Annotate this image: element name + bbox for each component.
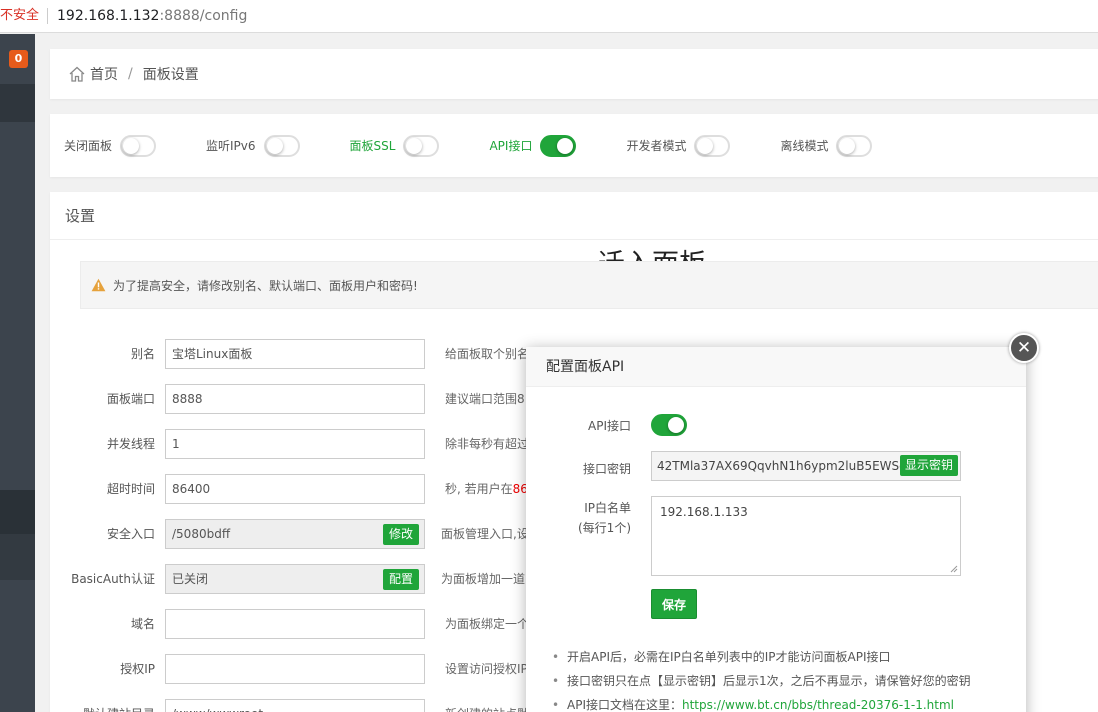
row-label: 安全入口 — [106, 527, 155, 541]
row-label: 面板端口 — [106, 392, 155, 406]
sidebar-item-active[interactable] — [0, 490, 35, 534]
breadcrumb-current: 面板设置 — [142, 67, 199, 83]
sidebar-item[interactable] — [0, 534, 35, 580]
toggle-label: API接口 — [489, 139, 533, 153]
doc-note-prefix: API接口文档在这里： — [567, 698, 682, 712]
modify-button[interactable]: 修改 — [382, 524, 419, 545]
row-description: 除非每秒有超过 — [445, 437, 530, 451]
ip-whitelist-textarea[interactable]: 192.168.1.133 — [651, 496, 961, 576]
toggle-switch[interactable] — [540, 134, 577, 157]
url-text[interactable]: 192.168.1.132:8888/config — [48, 8, 247, 24]
ip-whitelist-value: 192.168.1.133 — [660, 505, 748, 519]
toggle-label: 关闭面板 — [64, 139, 113, 153]
threads-input[interactable]: 1 — [165, 429, 425, 459]
insecure-indicator[interactable]: 不安全 — [0, 8, 49, 24]
toggle-switch[interactable] — [694, 134, 731, 157]
key-label: 接口密钥 — [582, 462, 631, 476]
toggle-developer-mode[interactable]: 开发者模式 — [626, 134, 731, 157]
domain-input[interactable] — [165, 609, 425, 639]
save-button[interactable]: 保存 — [651, 589, 697, 619]
toggle-close-panel[interactable]: 关闭面板 — [64, 134, 157, 157]
doc-link[interactable]: https://www.bt.cn/bbs/thread-20376-1-1.h… — [682, 698, 954, 712]
toggle-bar: 关闭面板 监听IPv6 面板SSL API接口 开发者模式 离线模式 — [50, 114, 1098, 177]
note-item: API接口文档在这里：https://www.bt.cn/bbs/thread-… — [552, 693, 971, 712]
row-description: 为面板增加一道 — [441, 572, 526, 586]
row-label: 默认建站目录 — [83, 699, 155, 712]
toggle-api[interactable]: API接口 — [489, 134, 577, 157]
warning-icon — [91, 278, 106, 292]
basicauth-input: 已关闭 配置 — [165, 564, 425, 594]
close-dialog-icon[interactable]: ✕ — [1009, 333, 1039, 363]
breadcrumb-home[interactable]: 首页 — [90, 64, 118, 84]
toggle-label: 面板SSL — [349, 139, 396, 153]
api-label: API接口 — [588, 419, 631, 433]
url-host: 192.168.1.132 — [57, 8, 160, 24]
row-description: 设置访问授权IP — [445, 662, 528, 676]
dialog-title: 配置面板API — [526, 347, 1026, 387]
row-label: 超时时间 — [106, 482, 155, 496]
row-description: 给面板取个别名 — [445, 347, 530, 361]
toggle-ssl[interactable]: 面板SSL — [349, 134, 440, 157]
api-notes: 开启API后，必需在IP白名单列表中的IP才能访问面板API接口 接口密钥只在点… — [552, 645, 971, 712]
show-key-button[interactable]: 显示密钥 — [900, 455, 959, 476]
whitelist-label: IP白名单 — [584, 501, 631, 515]
row-label: 别名 — [130, 347, 155, 361]
toggle-label: 开发者模式 — [626, 139, 687, 153]
row-label: BasicAuth认证 — [71, 572, 155, 586]
toggle-switch[interactable] — [403, 134, 440, 157]
address-bar[interactable]: 不安全 192.168.1.132:8888/config — [0, 0, 1098, 33]
breadcrumb-separator: / — [128, 66, 133, 82]
port-input[interactable]: 8888 — [165, 384, 425, 414]
toggle-offline-mode[interactable]: 离线模式 — [780, 134, 873, 157]
resize-handle-icon[interactable] — [950, 565, 958, 573]
whitelist-sublabel: (每行1个) — [578, 521, 631, 535]
timeout-input[interactable]: 86400 — [165, 474, 425, 504]
toggle-label: 离线模式 — [780, 139, 829, 153]
row-description: 为面板绑定一个 — [445, 617, 530, 631]
row-description: 新创建的站点默 — [445, 699, 529, 712]
api-config-dialog: 配置面板API API接口 接口密钥 42TMla37AX69QqvhN1h6y… — [526, 347, 1026, 712]
security-entry-input: /5080bdff 修改 — [165, 519, 425, 549]
security-entry-value: /5080bdff — [172, 527, 231, 541]
security-warning: 为了提高安全，请修改别名、默认端口、面板用户和密码! — [80, 261, 1098, 309]
notification-badge[interactable]: 0 — [9, 50, 28, 68]
authorized-ip-input[interactable] — [165, 654, 425, 684]
toggle-switch[interactable] — [120, 134, 157, 157]
row-label: 并发线程 — [106, 437, 155, 451]
settings-title: 设置 — [50, 192, 1098, 240]
row-description: 建议端口范围8 — [445, 392, 525, 406]
sidebar: 0 — [0, 34, 35, 712]
home-icon[interactable] — [68, 65, 86, 83]
warning-text: 为了提高安全，请修改别名、默认端口、面板用户和密码! — [113, 278, 418, 293]
api-toggle[interactable] — [651, 414, 687, 436]
toggle-ipv6[interactable]: 监听IPv6 — [206, 134, 300, 157]
toggle-label: 监听IPv6 — [206, 139, 256, 153]
site-dir-input[interactable]: /www/wwwroot — [165, 699, 425, 712]
url-path: :8888/config — [159, 8, 248, 24]
sidebar-item[interactable] — [0, 84, 35, 122]
basicauth-value: 已关闭 — [172, 572, 209, 586]
note-item: 开启API后，必需在IP白名单列表中的IP才能访问面板API接口 — [552, 645, 971, 669]
breadcrumb: 首页 / 面板设置 — [50, 49, 1098, 99]
configure-button[interactable]: 配置 — [382, 569, 419, 590]
alias-input[interactable]: 宝塔Linux面板 — [165, 339, 425, 369]
row-description-text: 秒, 若用户在 — [445, 482, 513, 496]
row-description: 秒, 若用户在86 — [445, 474, 528, 504]
row-description: 面板管理入口,设 — [441, 527, 529, 541]
row-label: 授权IP — [120, 662, 155, 676]
row-label: 域名 — [130, 617, 155, 631]
toggle-switch[interactable] — [263, 134, 300, 157]
toggle-switch[interactable] — [836, 134, 873, 157]
note-item: 接口密钥只在点【显示密钥】后显示1次，之后不再显示，请保管好您的密钥 — [552, 669, 971, 693]
